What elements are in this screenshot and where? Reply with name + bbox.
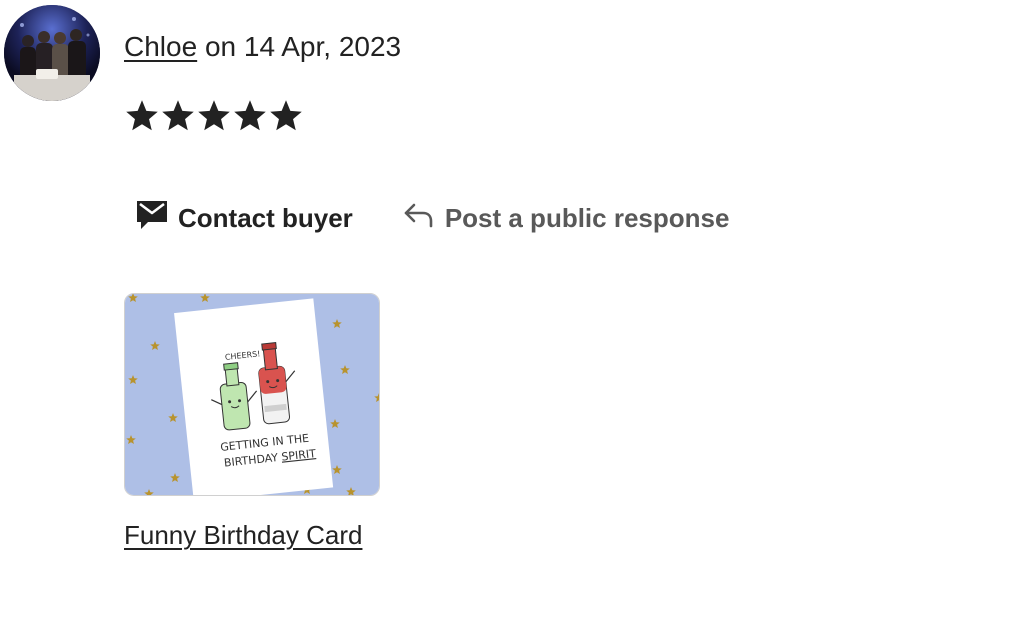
review-date: on 14 Apr, 2023 (197, 31, 402, 62)
listing-title-link[interactable]: Funny Birthday Card (124, 518, 362, 552)
star-rating (124, 96, 304, 136)
contact-buyer-label: Contact buyer (178, 203, 353, 233)
avatar-photo (4, 5, 100, 101)
post-public-response-label: Post a public response (444, 203, 730, 233)
avatar[interactable] (4, 5, 100, 101)
birthday-card-image: CHEERS! GETTING IN THE BIRTHDAY SPIRIT (125, 294, 379, 495)
listing-thumbnail[interactable]: CHEERS! GETTING IN THE BIRTHDAY SPIRIT (124, 293, 380, 496)
post-public-response-button[interactable]: Post a public response (403, 201, 730, 236)
reply-arrow-icon (403, 201, 435, 236)
envelope-icon (136, 200, 168, 237)
reviewer-name-link[interactable]: Chloe (124, 31, 197, 62)
review-item: Chloe on 14 Apr, 2023 Contact buyer Post… (0, 0, 1032, 620)
contact-buyer-button[interactable]: Contact buyer (136, 200, 353, 237)
star-icon (126, 100, 158, 131)
review-actions: Contact buyer Post a public response (136, 200, 729, 237)
star-icon (162, 100, 194, 131)
star-icon (198, 100, 230, 131)
star-icon (270, 100, 302, 131)
review-header: Chloe on 14 Apr, 2023 (124, 30, 401, 64)
star-icon (234, 100, 266, 131)
